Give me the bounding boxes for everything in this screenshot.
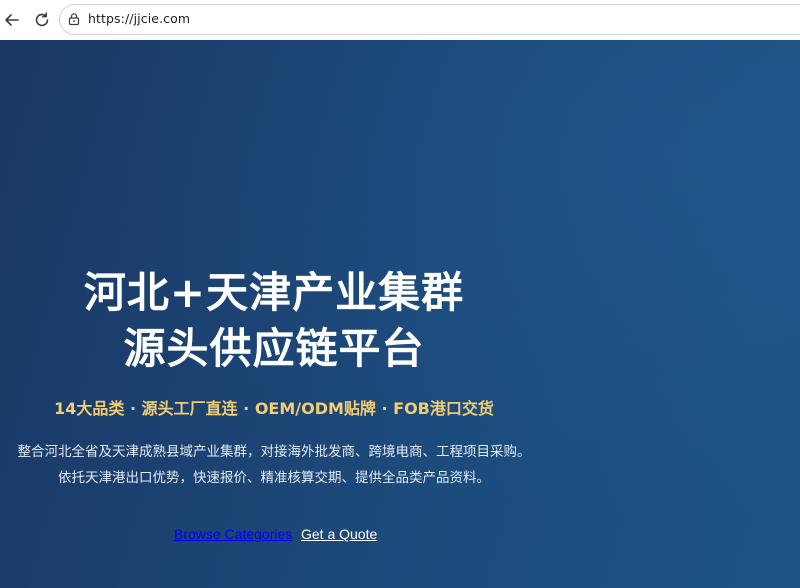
hero-tagline: 14大品类 · 源头工厂直连 · OEM/ODM贴牌 · FOB港口交货 <box>54 399 494 418</box>
reload-button[interactable] <box>30 8 54 32</box>
hero-title-line-2: 源头供应链平台 <box>123 324 425 373</box>
hero-title-line-1: 河北+天津产业集群 <box>83 268 465 317</box>
back-button[interactable] <box>0 8 24 32</box>
reload-icon <box>35 12 49 27</box>
hero-description-line-2: 依托天津港出口优势，快速报价、精准核算交期、提供全品类产品资料。 <box>58 470 490 486</box>
hero-description-line-1: 整合河北全省及天津成熟县域产业集群，对接海外批发商、跨境电商、工程项目采购。 <box>17 444 531 460</box>
lock-icon[interactable] <box>67 12 81 26</box>
arrow-left-icon <box>5 14 19 26</box>
browse-categories-link[interactable]: Browse Categories <box>174 526 292 542</box>
get-a-quote-link[interactable]: Get a Quote <box>301 526 377 542</box>
hero-section: 河北+天津产业集群 源头供应链平台 14大品类 · 源头工厂直连 · OEM/O… <box>0 40 800 588</box>
url-text[interactable]: https://jjcie.com <box>88 11 190 26</box>
address-bar[interactable]: https://jjcie.com <box>59 4 800 35</box>
browser-toolbar: https://jjcie.com <box>0 0 800 40</box>
